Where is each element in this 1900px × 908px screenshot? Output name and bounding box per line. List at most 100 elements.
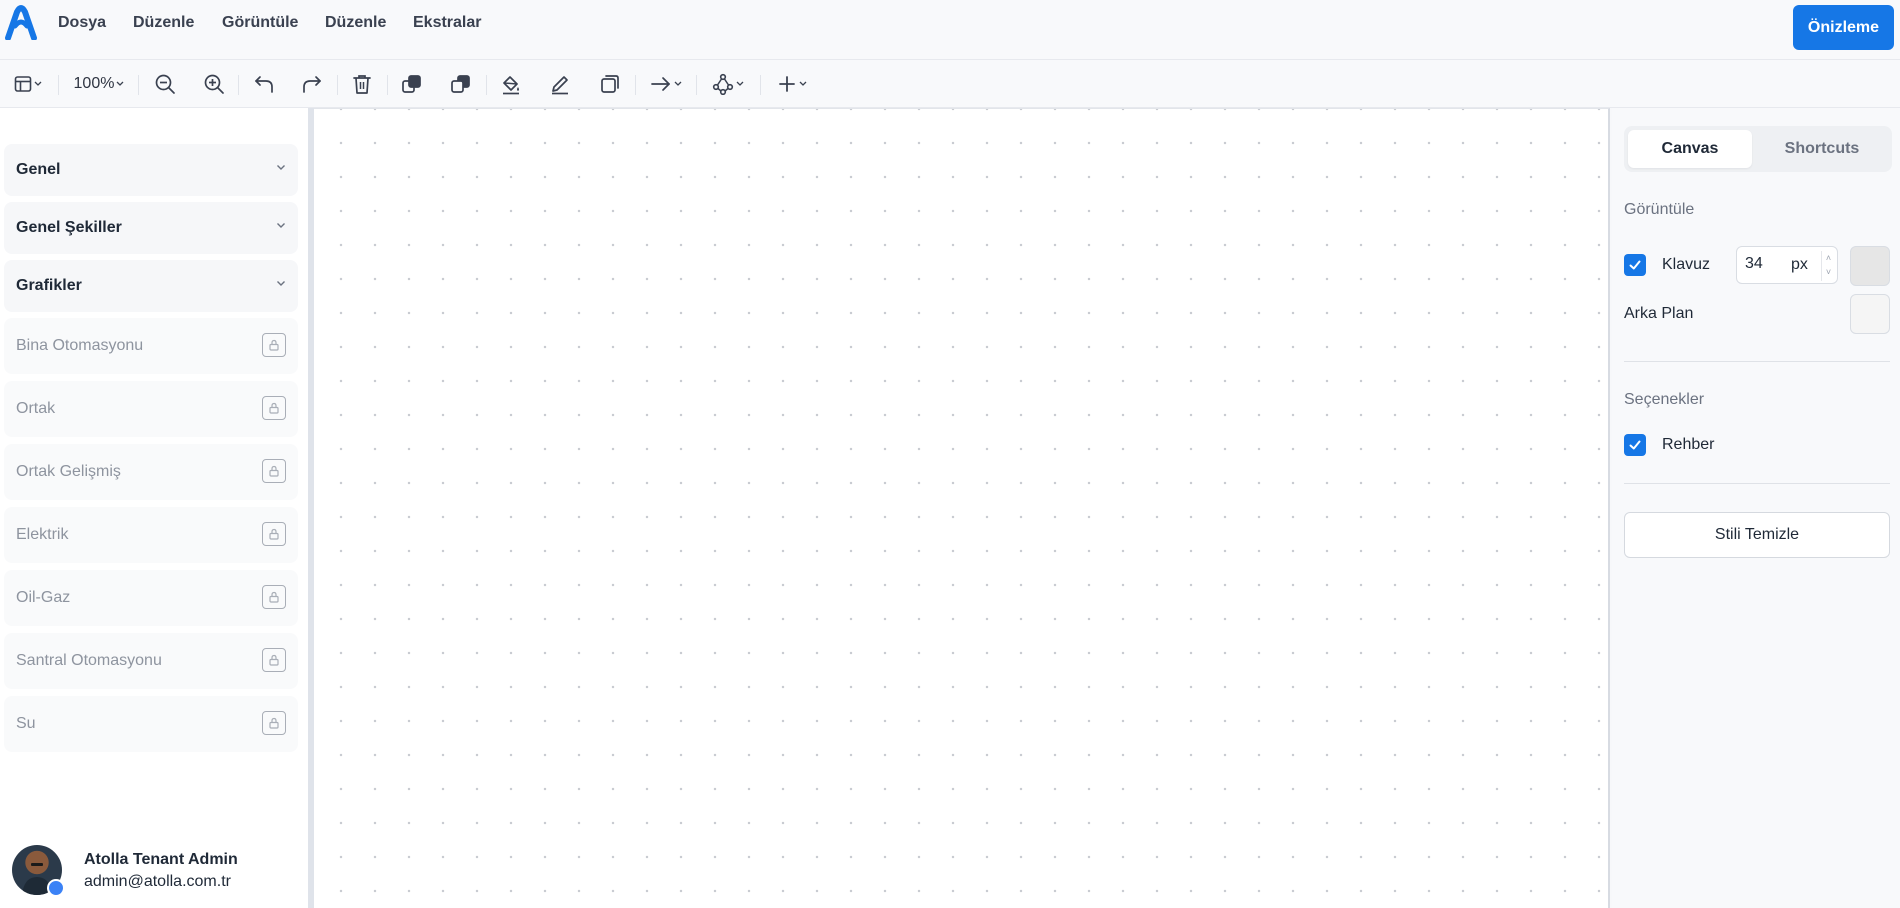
redo-icon	[303, 76, 321, 93]
menu-bar: Dosya Düzenle Görüntüle Düzenle Ekstrala…	[0, 0, 1900, 60]
grid-checkbox[interactable]	[1624, 254, 1646, 276]
lock-icon	[262, 396, 286, 420]
toolbar-divider	[696, 75, 697, 95]
category-general-shapes[interactable]: Genel Şekiller	[4, 202, 298, 254]
menu-extras[interactable]: Ekstralar	[413, 14, 482, 32]
lock-icon	[262, 648, 286, 672]
zoom-out-icon	[155, 74, 175, 94]
zoom-in-icon	[204, 74, 224, 94]
library-label: Elektrik	[16, 526, 69, 543]
library-common-advanced[interactable]: Ortak Gelişmiş	[4, 444, 298, 500]
library-plant-automation[interactable]: Santral Otomasyonu	[4, 633, 298, 689]
waypoints-button[interactable]	[708, 69, 748, 99]
send-to-back-button[interactable]	[446, 69, 476, 99]
app-logo	[5, 5, 37, 40]
zoom-select[interactable]: 100%	[70, 69, 128, 99]
bring-to-front-icon	[402, 75, 421, 93]
layout-icon	[14, 76, 32, 92]
library-water[interactable]: Su	[4, 696, 298, 752]
guide-checkbox[interactable]	[1624, 434, 1646, 456]
library-label: Su	[16, 715, 36, 732]
clear-style-button[interactable]: Stili Temizle	[1624, 512, 1890, 558]
toolbar-divider	[58, 75, 59, 95]
category-general[interactable]: Genel	[4, 144, 298, 196]
lock-icon	[262, 711, 286, 735]
toolbar-divider	[635, 75, 636, 95]
connector-style-button[interactable]	[646, 69, 686, 99]
toolbar-divider	[486, 75, 487, 95]
trash-icon	[353, 75, 371, 94]
panel-tabs: Canvas Shortcuts	[1624, 126, 1892, 172]
toolbar-divider	[760, 75, 761, 95]
menu-file[interactable]: Dosya	[58, 14, 106, 32]
lock-icon	[262, 585, 286, 609]
user-profile[interactable]: Atolla Tenant Admin admin@atolla.com.tr	[12, 845, 302, 897]
category-label: Genel Şekiller	[16, 219, 122, 236]
chevron-down-icon	[34, 81, 42, 86]
panel-divider	[1624, 483, 1890, 484]
checkmark-icon	[1629, 440, 1641, 450]
redo-button[interactable]	[297, 69, 327, 99]
chevron-down-icon	[799, 81, 807, 86]
user-email: admin@atolla.com.tr	[84, 873, 231, 890]
panel-divider	[1624, 361, 1890, 362]
category-graphics[interactable]: Grafikler	[4, 260, 298, 312]
status-badge	[47, 879, 65, 897]
library-building-automation[interactable]: Bina Otomasyonu	[4, 318, 298, 374]
category-label: Genel	[16, 161, 61, 178]
library-oil-gas[interactable]: Oil-Gaz	[4, 570, 298, 626]
pencil-icon	[552, 76, 568, 95]
library-label: Ortak Gelişmiş	[16, 463, 121, 480]
grid-size-input[interactable]	[1745, 255, 1785, 273]
background-color-swatch[interactable]	[1850, 294, 1890, 334]
toolbar-divider	[337, 75, 338, 95]
menu-edit[interactable]: Düzenle	[133, 14, 194, 32]
shadow-icon	[601, 75, 619, 93]
chevron-down-icon	[116, 81, 124, 86]
fill-color-button[interactable]	[496, 69, 526, 99]
shape-library-sidebar: Genel Genel Şekiller Grafikler Bina Otom…	[0, 108, 308, 908]
zoom-in-button[interactable]	[199, 69, 229, 99]
delete-button[interactable]	[347, 69, 377, 99]
arrow-right-icon	[651, 77, 670, 91]
menu-arrange[interactable]: Düzenle	[325, 14, 386, 32]
library-common[interactable]: Ortak	[4, 381, 298, 437]
library-electrical[interactable]: Elektrik	[4, 507, 298, 563]
chevron-down-icon	[674, 81, 682, 86]
preview-button[interactable]: Önizleme	[1793, 5, 1894, 50]
plus-icon	[779, 76, 795, 92]
grid-color-swatch[interactable]	[1850, 246, 1890, 286]
shadow-button[interactable]	[595, 69, 625, 99]
menu-view[interactable]: Görüntüle	[222, 14, 298, 32]
options-section-title: Seçenekler	[1624, 391, 1705, 408]
grid-label: Klavuz	[1662, 256, 1711, 273]
zoom-out-button[interactable]	[150, 69, 180, 99]
lock-icon	[262, 459, 286, 483]
library-label: Santral Otomasyonu	[16, 652, 162, 669]
undo-button[interactable]	[249, 69, 279, 99]
undo-icon	[255, 76, 273, 93]
drawing-canvas[interactable]	[314, 108, 1610, 908]
chevron-down-icon	[277, 281, 285, 286]
grid-size-field[interactable]: px ˄˅	[1736, 246, 1838, 284]
toolbar-divider	[387, 75, 388, 95]
grid-size-unit: px	[1791, 256, 1808, 273]
user-name: Atolla Tenant Admin	[84, 851, 238, 868]
line-color-button[interactable]	[545, 69, 575, 99]
tab-shortcuts[interactable]: Shortcuts	[1758, 130, 1886, 168]
layout-toggle-button[interactable]	[10, 69, 46, 99]
library-label: Bina Otomasyonu	[16, 337, 144, 354]
toolbar: 100%	[0, 60, 1900, 108]
send-to-back-icon	[451, 75, 470, 93]
chevron-down-icon	[277, 165, 285, 170]
tab-canvas[interactable]: Canvas	[1628, 130, 1752, 168]
category-label: Grafikler	[16, 277, 82, 294]
paint-bucket-icon	[503, 76, 519, 95]
checkmark-icon	[1629, 260, 1641, 270]
insert-button[interactable]	[772, 69, 812, 99]
bring-to-front-button[interactable]	[397, 69, 427, 99]
guide-label: Rehber	[1662, 436, 1715, 453]
grid-size-stepper[interactable]: ˄ ˅	[1821, 251, 1835, 281]
format-panel: Canvas Shortcuts Görüntüle Klavuz px ˄˅ …	[1612, 108, 1900, 908]
zoom-value: 100%	[73, 75, 115, 92]
